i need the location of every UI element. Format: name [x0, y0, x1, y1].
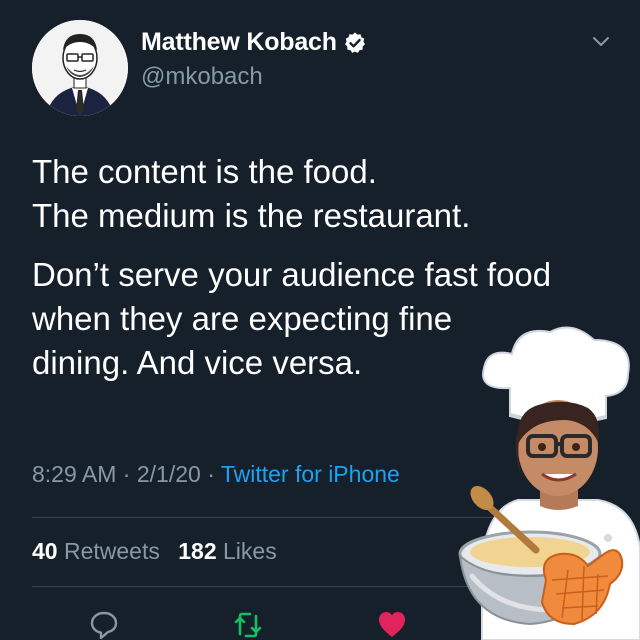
heart-icon: [379, 612, 405, 637]
like-button[interactable]: [376, 608, 408, 640]
reply-icon: [90, 611, 118, 640]
author-name-row[interactable]: Matthew Kobach: [141, 28, 367, 57]
tweet-stats: 40 Retweets 182 Likes: [32, 538, 277, 565]
retweet-icon: [234, 612, 262, 638]
tweet-time[interactable]: 8:29 AM: [32, 461, 116, 487]
tweet-source-link[interactable]: Twitter for iPhone: [221, 461, 400, 487]
verified-badge-icon: [344, 32, 365, 53]
avatar-illustration: [32, 20, 128, 116]
face-icon: [515, 400, 599, 496]
meta-separator: ·: [207, 461, 215, 487]
chevron-down-icon[interactable]: [590, 30, 612, 52]
meta-separator: ·: [122, 461, 131, 487]
tweet-line: The content is the food.: [32, 153, 377, 190]
author-display-name[interactable]: Matthew Kobach: [141, 28, 337, 57]
retweet-button[interactable]: [232, 608, 264, 640]
author-avatar[interactable]: [32, 20, 128, 116]
tweet-meta: 8:29 AM · 2/1/20 · Twitter for iPhone: [32, 461, 400, 488]
chef-bitmoji-sticker: [458, 326, 640, 640]
tweet-line: Don’t serve your audience fast food: [32, 256, 552, 293]
retweets-count[interactable]: 40: [32, 538, 58, 564]
reply-button[interactable]: [88, 608, 120, 640]
tweet-line: The medium is the restaurant.: [32, 197, 471, 234]
retweets-label[interactable]: Retweets: [64, 538, 160, 564]
likes-label[interactable]: Likes: [223, 538, 277, 564]
likes-count[interactable]: 182: [178, 538, 216, 564]
tweet-date[interactable]: 2/1/20: [137, 461, 201, 487]
author-handle[interactable]: @mkobach: [141, 63, 263, 91]
